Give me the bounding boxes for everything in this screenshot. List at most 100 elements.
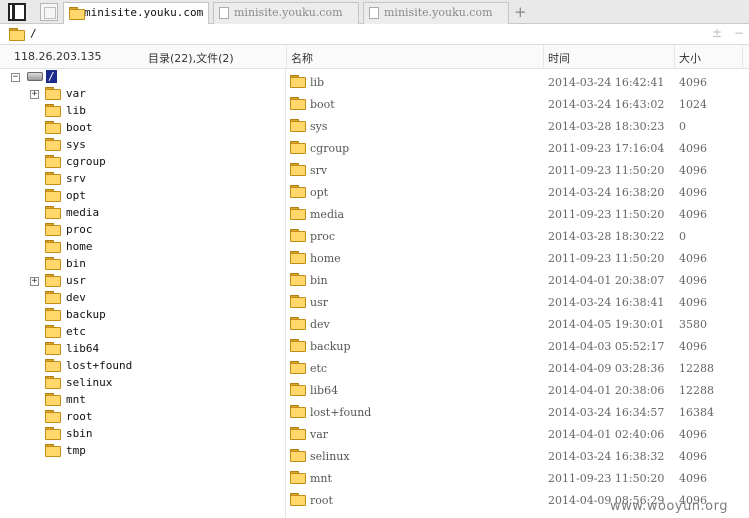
file-row[interactable]: boot 2014-03-24 16:43:02 1024 <box>287 93 749 115</box>
tab-3[interactable]: minisite.youku.com <box>363 2 509 24</box>
tree-item-label: var <box>66 87 86 100</box>
file-row[interactable]: selinux 2014-03-24 16:38:32 4096 <box>287 445 749 467</box>
tree-item[interactable]: + usr <box>0 273 200 290</box>
expand-icon[interactable]: + <box>30 90 39 99</box>
tree-item[interactable]: dev <box>0 290 200 307</box>
folder-icon <box>45 291 61 304</box>
file-time: 2014-03-24 16:38:41 <box>548 296 665 309</box>
tree-item[interactable]: srv <box>0 171 200 188</box>
file-row[interactable]: lost+found 2014-03-24 16:34:57 16384 <box>287 401 749 423</box>
column-header-time[interactable]: 时间 <box>548 50 570 66</box>
address-bar[interactable]: / ± − <box>0 24 749 45</box>
tree-item[interactable]: bin <box>0 256 200 273</box>
file-size: 4096 <box>679 296 707 309</box>
address-path[interactable]: / <box>30 27 37 40</box>
file-name: etc <box>310 362 328 375</box>
folder-icon <box>290 273 306 286</box>
tree-item[interactable]: opt <box>0 188 200 205</box>
folder-icon <box>45 121 61 134</box>
file-name: opt <box>310 186 329 199</box>
tree-item[interactable]: etc <box>0 324 200 341</box>
drive-icon <box>27 72 43 81</box>
file-list: lib 2014-03-24 16:42:41 4096 boot 2014-03-24… <box>287 69 749 518</box>
tree-item-label: usr <box>66 274 86 287</box>
file-size: 4096 <box>679 340 707 353</box>
tree-item-label: proc <box>66 223 93 236</box>
folder-icon <box>290 229 306 242</box>
item-count: 目录(22),文件(2) <box>148 52 234 65</box>
folder-icon <box>290 75 306 88</box>
file-size: 0 <box>679 120 686 133</box>
tree-item[interactable]: mnt <box>0 392 200 409</box>
expand-all-button[interactable]: ± <box>712 26 722 40</box>
file-time: 2014-03-24 16:43:02 <box>548 98 665 111</box>
file-row[interactable]: mnt 2011-09-23 11:50:20 4096 <box>287 467 749 489</box>
file-row[interactable]: media 2011-09-23 11:50:20 4096 <box>287 203 749 225</box>
folder-icon <box>290 207 306 220</box>
watermark: www.wooyun.org <box>610 499 729 514</box>
tree-root[interactable]: − / <box>10 69 130 86</box>
file-row[interactable]: sys 2014-03-28 18:30:23 0 <box>287 115 749 137</box>
tab-1[interactable]: minisite.youku.com <box>63 2 209 25</box>
window-button[interactable] <box>40 3 58 21</box>
folder-icon <box>45 274 61 287</box>
collapse-icon[interactable]: − <box>11 73 20 82</box>
tab-label: minisite.youku.com <box>384 6 493 19</box>
file-row[interactable]: opt 2014-03-24 16:38:20 4096 <box>287 181 749 203</box>
folder-icon <box>290 251 306 264</box>
file-row[interactable]: etc 2014-04-09 03:28:36 12288 <box>287 357 749 379</box>
folder-icon <box>45 104 61 117</box>
tree-item[interactable]: cgroup <box>0 154 200 171</box>
file-row[interactable]: backup 2014-04-03 05:52:17 4096 <box>287 335 749 357</box>
tree-item[interactable]: home <box>0 239 200 256</box>
tree-item[interactable]: selinux <box>0 375 200 392</box>
file-time: 2014-04-01 20:38:06 <box>548 384 665 397</box>
file-name: home <box>310 252 341 265</box>
column-header-size[interactable]: 大小 <box>679 50 701 66</box>
file-size: 16384 <box>679 406 714 419</box>
file-row[interactable]: dev 2014-04-05 19:30:01 3580 <box>287 313 749 335</box>
file-name: bin <box>310 274 328 287</box>
file-size: 12288 <box>679 362 714 375</box>
file-row[interactable]: home 2011-09-23 11:50:20 4096 <box>287 247 749 269</box>
tab-label: minisite.youku.com <box>84 6 204 19</box>
collapse-all-button[interactable]: − <box>734 26 744 40</box>
file-row[interactable]: cgroup 2011-09-23 17:16:04 4096 <box>287 137 749 159</box>
tree-root-label[interactable]: / <box>46 70 57 83</box>
file-row[interactable]: usr 2014-03-24 16:38:41 4096 <box>287 291 749 313</box>
tree-item-label: media <box>66 206 100 219</box>
tree-item-label: etc <box>66 325 86 338</box>
file-size: 1024 <box>679 98 707 111</box>
file-row[interactable]: var 2014-04-01 02:40:06 4096 <box>287 423 749 445</box>
file-row[interactable]: srv 2011-09-23 11:50:20 4096 <box>287 159 749 181</box>
file-size: 4096 <box>679 208 707 221</box>
tree-item-label: bin <box>66 257 86 270</box>
tab-2[interactable]: minisite.youku.com <box>213 2 359 24</box>
tree-item[interactable]: media <box>0 205 200 222</box>
file-time: 2014-03-24 16:42:41 <box>548 76 665 89</box>
file-row[interactable]: bin 2014-04-01 20:38:07 4096 <box>287 269 749 291</box>
expand-icon[interactable]: + <box>30 277 39 286</box>
tree-item[interactable]: tmp <box>0 443 200 460</box>
tree-item[interactable]: proc <box>0 222 200 239</box>
tree-item[interactable]: lib64 <box>0 341 200 358</box>
tree-item[interactable]: lost+found <box>0 358 200 375</box>
tree-item-label: mnt <box>66 393 86 406</box>
file-row[interactable]: lib64 2014-04-01 20:38:06 12288 <box>287 379 749 401</box>
tree-item[interactable]: root <box>0 409 200 426</box>
tree-item[interactable]: sbin <box>0 426 200 443</box>
column-header-name[interactable]: 名称 <box>291 50 313 66</box>
new-tab-button[interactable]: + <box>514 2 527 22</box>
tree-item[interactable]: backup <box>0 307 200 324</box>
file-size: 4096 <box>679 450 707 463</box>
folder-icon <box>45 427 61 440</box>
toggle-panel-button[interactable] <box>8 3 26 21</box>
tree-item[interactable]: sys <box>0 137 200 154</box>
tree-item[interactable]: lib <box>0 103 200 120</box>
file-row[interactable]: proc 2014-03-28 18:30:22 0 <box>287 225 749 247</box>
file-row[interactable]: lib 2014-03-24 16:42:41 4096 <box>287 71 749 93</box>
file-time: 2014-03-24 16:34:57 <box>548 406 665 419</box>
tree-item[interactable]: boot <box>0 120 200 137</box>
file-name: media <box>310 208 345 221</box>
tree-item[interactable]: + var <box>0 86 200 103</box>
